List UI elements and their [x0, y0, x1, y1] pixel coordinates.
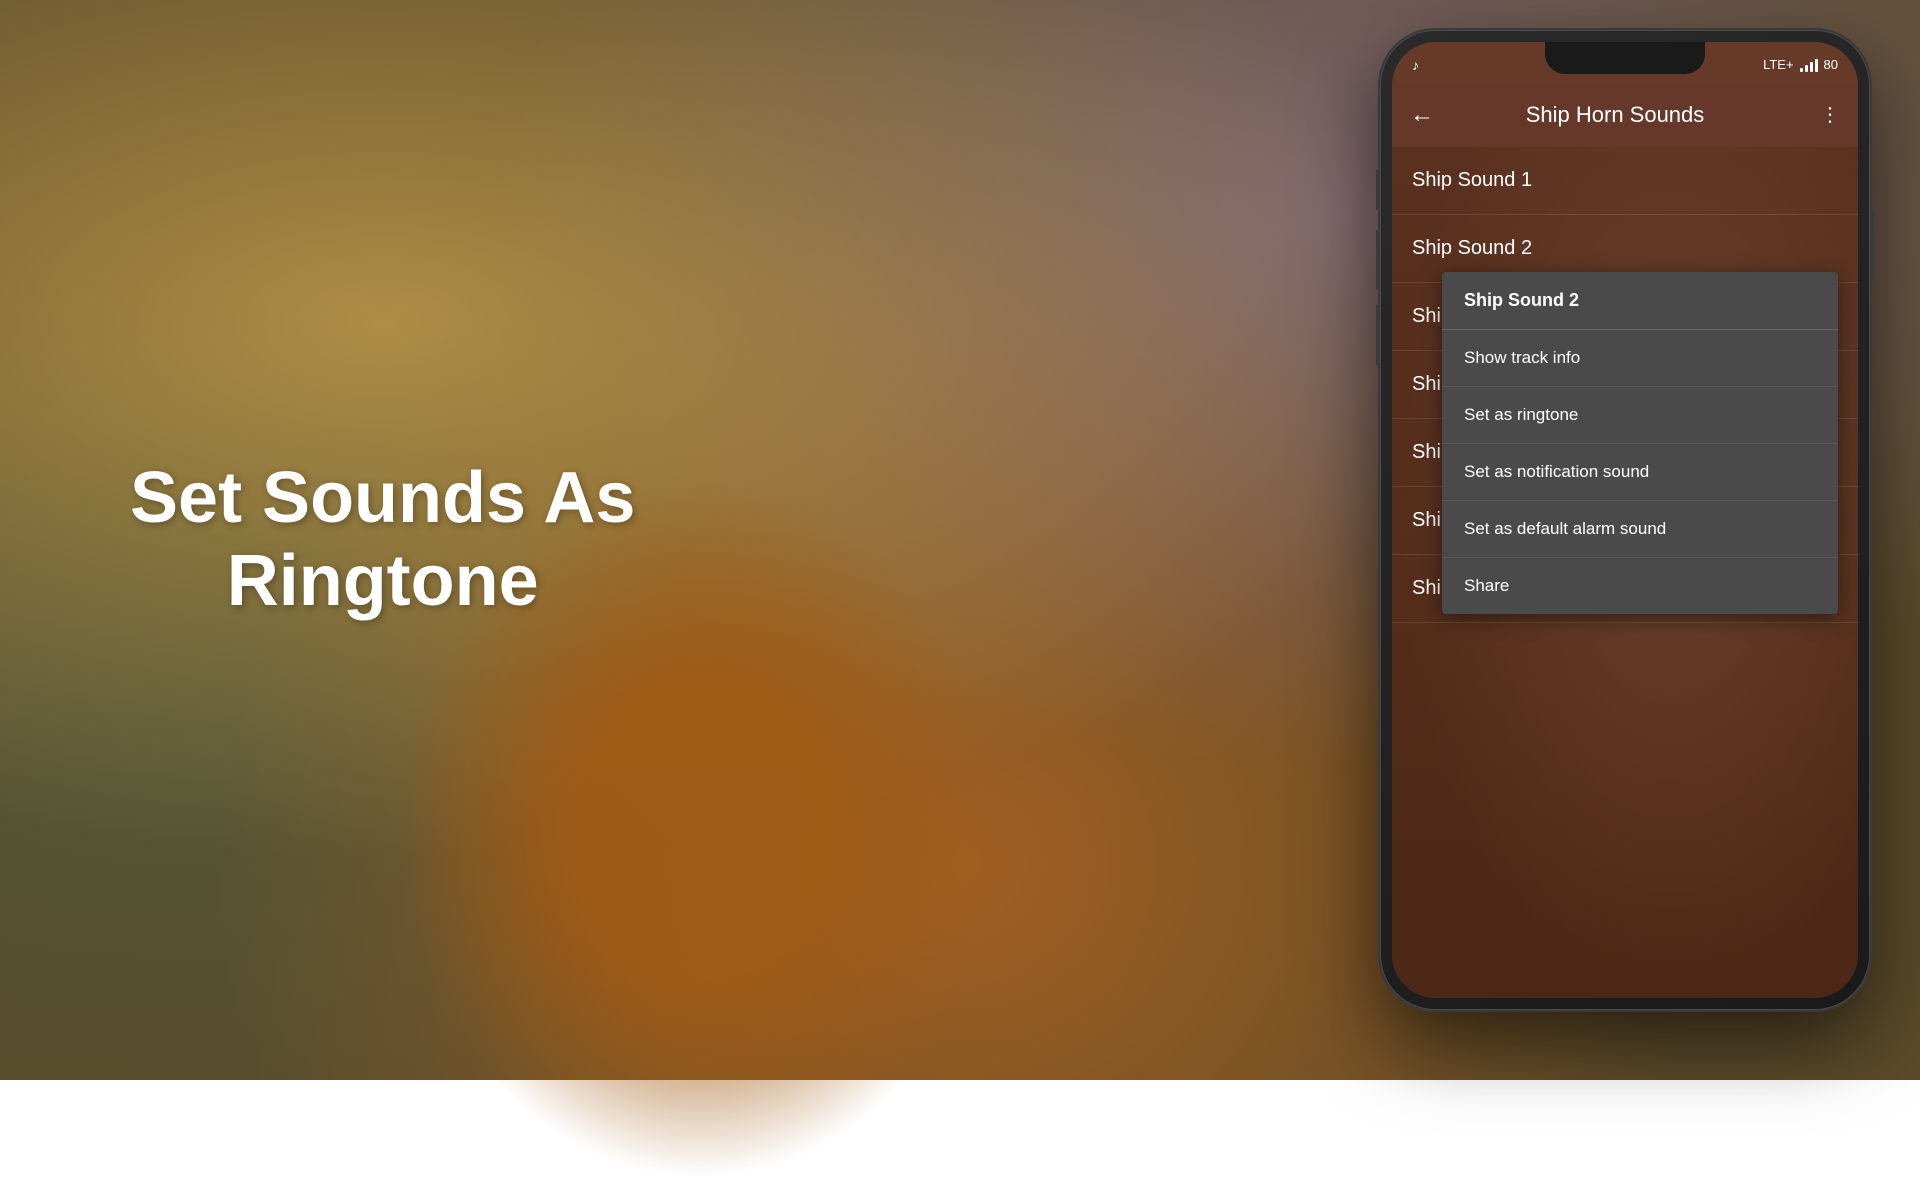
- mute-button: [1376, 170, 1380, 210]
- context-menu-share[interactable]: Share: [1442, 558, 1838, 614]
- status-music-icon: ♪: [1412, 57, 1419, 73]
- signal-bar-4: [1815, 59, 1818, 72]
- status-battery: 80: [1824, 57, 1838, 72]
- hero-text: Set Sounds As Ringtone: [130, 457, 635, 623]
- app-header: ← Ship Horn Sounds ⋮: [1392, 82, 1858, 147]
- context-menu-show-track-info[interactable]: Show track info: [1442, 330, 1838, 387]
- phone-frame: ♪ LTE+ 80 ← Ship Horn Sounds ⋮: [1380, 30, 1870, 1010]
- signal-bar-3: [1810, 62, 1813, 72]
- phone-notch: [1545, 42, 1705, 74]
- signal-bars: [1800, 58, 1818, 72]
- signal-bar-1: [1800, 68, 1803, 72]
- volume-up-button: [1376, 230, 1380, 290]
- back-button[interactable]: ←: [1410, 101, 1434, 129]
- context-menu-set-alarm[interactable]: Set as default alarm sound: [1442, 501, 1838, 558]
- header-menu-button[interactable]: ⋮: [1820, 102, 1840, 127]
- context-menu-set-ringtone[interactable]: Set as ringtone: [1442, 387, 1838, 444]
- phone-screen: ♪ LTE+ 80 ← Ship Horn Sounds ⋮: [1392, 42, 1858, 998]
- volume-down-button: [1376, 305, 1380, 365]
- context-menu-header: Ship Sound 2: [1442, 272, 1838, 330]
- status-right: LTE+ 80: [1763, 57, 1838, 72]
- phone-mockup: ♪ LTE+ 80 ← Ship Horn Sounds ⋮: [1380, 30, 1870, 1010]
- context-menu-set-notification[interactable]: Set as notification sound: [1442, 444, 1838, 501]
- hero-line2: Ringtone: [130, 540, 635, 623]
- signal-bar-2: [1805, 65, 1808, 72]
- app-title: Ship Horn Sounds: [1450, 102, 1780, 128]
- hero-line1: Set Sounds As: [130, 457, 635, 540]
- context-menu: Ship Sound 2 Show track info Set as ring…: [1442, 272, 1838, 614]
- list-item[interactable]: Ship Sound 1: [1392, 147, 1858, 215]
- status-lte: LTE+: [1763, 57, 1793, 72]
- power-button: [1870, 210, 1874, 280]
